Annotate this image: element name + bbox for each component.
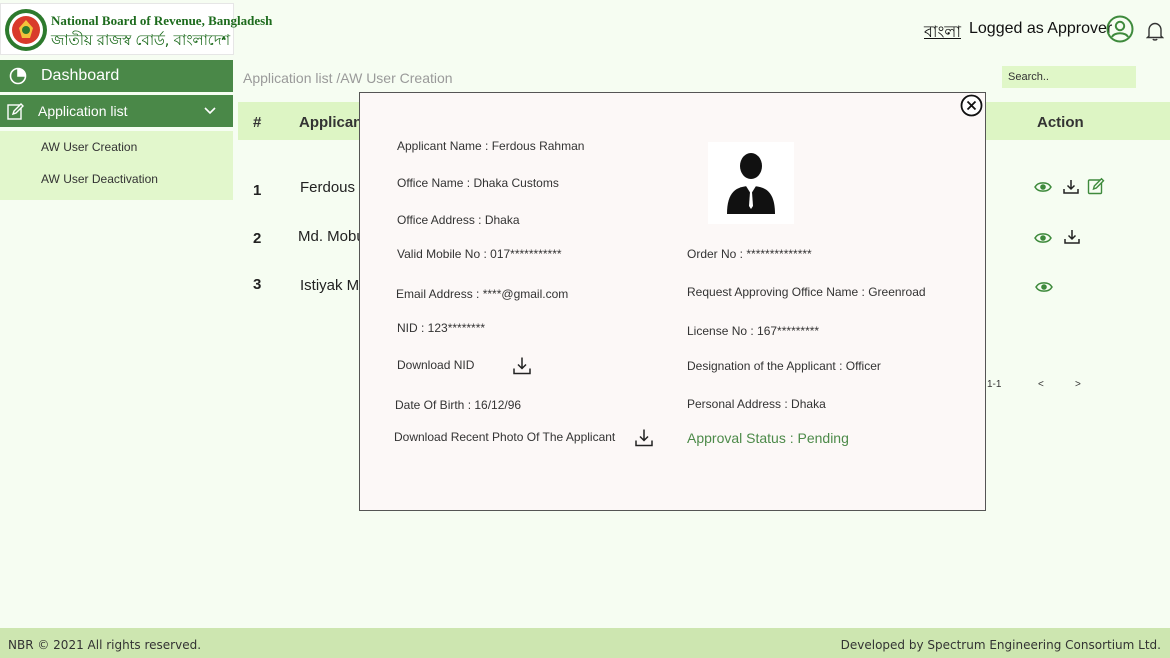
designation-field: Designation of the Applicant : Officer — [687, 359, 881, 373]
approving-office-field: Request Approving Office Name : Greenroa… — [687, 285, 926, 299]
developer-credit: Developed by Spectrum Engineering Consor… — [840, 638, 1161, 652]
org-name-bn: জাতীয় রাজস্ব বোর্ড, বাংলাদেশ — [51, 31, 230, 49]
sidebar-item-label: Application list — [38, 103, 128, 119]
row-number: 3 — [253, 276, 262, 293]
dob-field: Date Of Birth : 16/12/96 — [395, 398, 522, 412]
download-nid-label: Download NID — [397, 358, 475, 372]
applicant-photo — [708, 142, 794, 224]
approval-status: Approval Status : Pending — [687, 430, 849, 446]
view-icon[interactable] — [1035, 278, 1053, 296]
sidebar-item-dashboard[interactable]: Dashboard — [0, 60, 233, 92]
applicant-name-field: Applicant Name : Ferdous Rahman — [397, 139, 585, 153]
close-icon[interactable] — [960, 94, 983, 117]
download-photo-label: Download Recent Photo Of The Applicant — [394, 430, 616, 444]
order-no-field: Order No : ************** — [687, 247, 812, 261]
nbr-logo[interactable]: National Board of Revenue, Bangladesh জা… — [0, 3, 272, 55]
org-name-en: National Board of Revenue, Bangladesh — [51, 13, 273, 28]
applicant-details-modal — [359, 92, 986, 511]
pie-chart-icon — [9, 67, 27, 85]
user-circle-icon[interactable] — [1106, 15, 1134, 43]
sidebar-item-label: Dashboard — [41, 67, 120, 84]
applicant-name: Md. Mobu — [298, 228, 365, 245]
office-address-field: Office Address : Dhaka — [397, 213, 520, 227]
office-name-field: Office Name : Dhaka Customs — [397, 176, 559, 190]
breadcrumb: Application list /AW User Creation — [243, 70, 453, 86]
pagination-next-button[interactable]: > — [1075, 379, 1081, 390]
bell-icon[interactable] — [1146, 21, 1164, 41]
column-header-action: Action — [1037, 114, 1084, 131]
sidebar-item-aw-user-deactivation[interactable]: AW User Deactivation — [41, 172, 158, 186]
view-icon[interactable] — [1034, 178, 1052, 196]
view-icon[interactable] — [1034, 229, 1052, 247]
edit-icon[interactable] — [1087, 177, 1105, 195]
column-header-num: # — [253, 114, 262, 131]
chevron-down-icon — [204, 107, 216, 115]
license-no-field: License No : 167********* — [687, 324, 820, 338]
nid-field: NID : 123******** — [397, 321, 486, 335]
pagination-range: 1-1 — [987, 379, 1002, 390]
copyright-text: NBR © 2021 All rights reserved. — [8, 638, 202, 652]
sidebar-submenu: AW User Creation AW User Deactivation — [0, 131, 233, 200]
search-input[interactable] — [1002, 66, 1136, 88]
column-header-applicant: Applicant — [299, 114, 368, 131]
user-silhouette-icon — [727, 153, 775, 214]
nbr-seal-icon — [5, 9, 47, 51]
edit-icon — [7, 103, 24, 120]
row-number: 1 — [253, 182, 262, 199]
footer: NBR © 2021 All rights reserved. Develope… — [0, 628, 1170, 658]
sidebar-item-application-list[interactable]: Application list — [0, 95, 233, 127]
logged-as-label: Logged as Approver — [969, 20, 1113, 37]
sidebar-item-aw-user-creation[interactable]: AW User Creation — [41, 140, 137, 154]
download-icon[interactable] — [1063, 228, 1081, 246]
row-number: 2 — [253, 230, 262, 247]
download-photo-icon[interactable] — [634, 428, 654, 448]
download-nid-icon[interactable] — [512, 356, 532, 376]
email-field: Email Address : ****@gmail.com — [396, 287, 569, 301]
mobile-field: Valid Mobile No : 017*********** — [397, 247, 562, 261]
personal-address-field: Personal Address : Dhaka — [687, 397, 826, 411]
language-toggle[interactable]: বাংলা — [924, 19, 961, 46]
pagination-prev-button[interactable]: < — [1038, 379, 1044, 390]
applicant-name: Istiyak M — [300, 277, 360, 294]
download-icon[interactable] — [1062, 178, 1080, 196]
